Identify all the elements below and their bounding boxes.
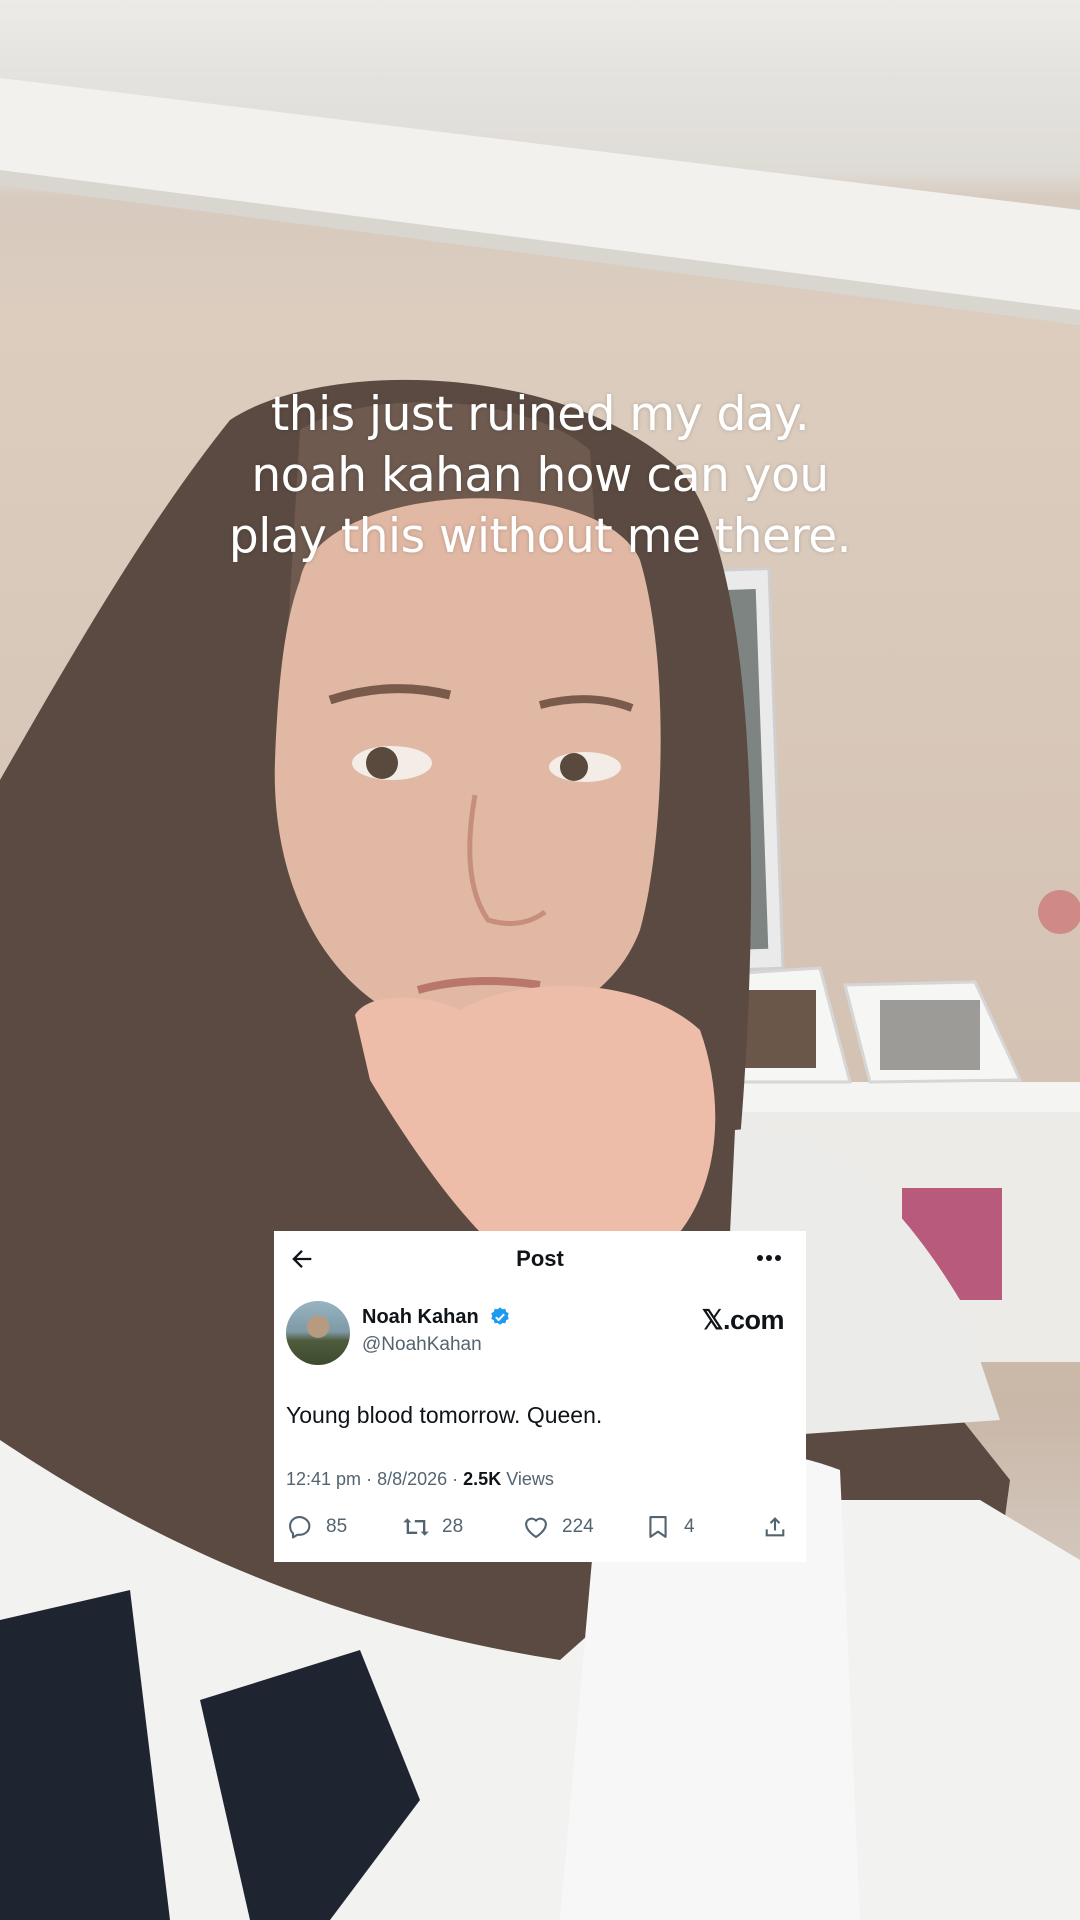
repost-count: 28	[442, 1516, 464, 1537]
share-upload-icon[interactable]	[761, 1513, 789, 1541]
views-count: 2.5K	[463, 1469, 502, 1489]
bookmark-button[interactable]: 4	[644, 1513, 695, 1541]
reply-count: 85	[326, 1516, 348, 1537]
meta-separator: ·	[452, 1469, 464, 1489]
post-title: Post	[516, 1246, 564, 1271]
frame-2-photo	[880, 1000, 980, 1070]
tweet-date: 8/8/2026	[377, 1469, 448, 1489]
views-label: Views	[506, 1469, 554, 1489]
photo-illustration	[0, 78, 1080, 1920]
author-handle[interactable]: @NoahKahan	[362, 1334, 482, 1356]
wall-ornament	[1038, 890, 1080, 934]
like-count: 224	[562, 1516, 594, 1537]
avatar[interactable]	[286, 1301, 350, 1365]
tweet-screenshot-card: Post Noah Kahan @NoahKahan 𝕏.com Young b…	[274, 1231, 806, 1562]
repost-icon	[403, 1518, 429, 1536]
like-button[interactable]: 224	[522, 1513, 594, 1541]
author-name[interactable]: Noah Kahan	[362, 1306, 479, 1329]
more-dots-icon[interactable]	[754, 1245, 784, 1271]
reply-bubble-icon	[289, 1516, 311, 1539]
bookmark-icon	[649, 1516, 667, 1538]
x-com-logo: 𝕏.com	[701, 1305, 785, 1335]
repost-button[interactable]: 28	[402, 1513, 463, 1541]
reply-button[interactable]: 85	[286, 1513, 347, 1541]
meta-separator: ·	[366, 1469, 378, 1489]
bookmark-count: 4	[684, 1516, 695, 1537]
left-iris	[366, 747, 398, 779]
caption-line: play this without me there.	[228, 509, 852, 564]
tweet-meta: 12:41 pm · 8/8/2026 · 2.5K Views	[286, 1469, 554, 1490]
verified-badge-icon	[491, 1307, 509, 1325]
caption-line: this just ruined my day.	[270, 387, 810, 442]
tweet-time: 12:41 pm	[286, 1469, 362, 1489]
tweet-text: Young blood tomorrow. Queen.	[286, 1402, 603, 1428]
background-photo	[0, 0, 1080, 1920]
caption-overlay: this just ruined my day. noah kahan how …	[0, 384, 1080, 567]
right-iris	[560, 753, 588, 781]
caption-line: noah kahan how can you	[251, 448, 829, 503]
shelf-top	[700, 1082, 1080, 1112]
heart-icon	[525, 1517, 547, 1538]
